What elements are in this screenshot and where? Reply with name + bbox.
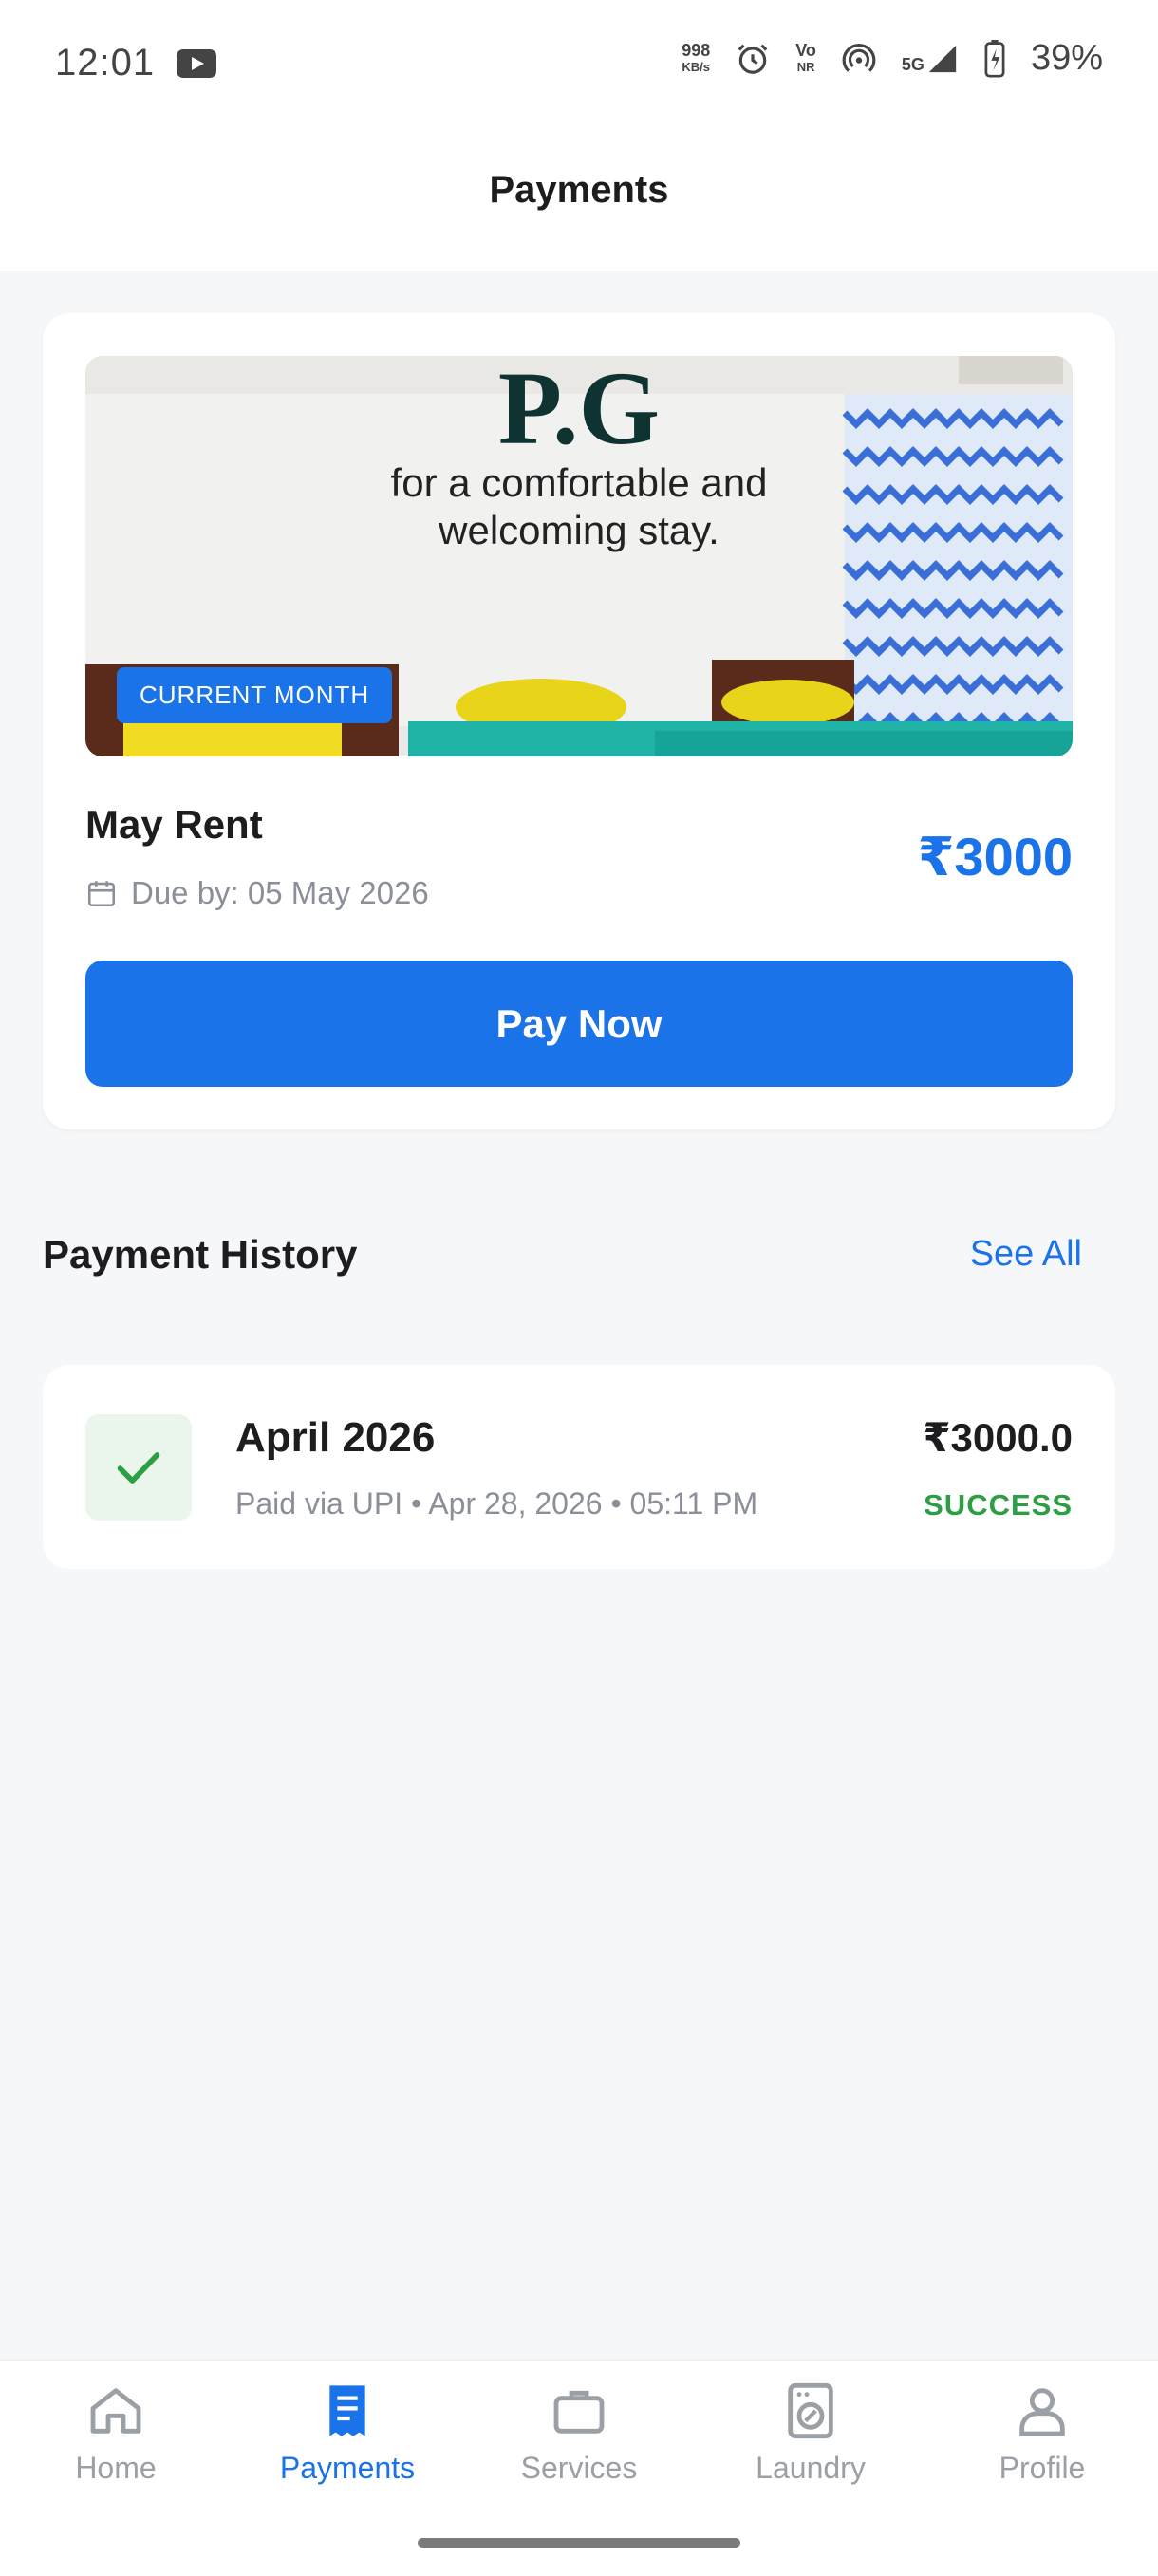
receipt-icon [329, 2385, 365, 2436]
history-list-item[interactable]: April 2026 Paid via UPI • Apr 28, 2026 •… [43, 1365, 1115, 1569]
home-icon [90, 2388, 141, 2434]
history-item-status: SUCCESS [924, 1488, 1073, 1521]
nav-profile-label: Profile [999, 2451, 1086, 2485]
pay-now-button[interactable]: Pay Now [85, 961, 1073, 1087]
briefcase-icon [553, 2390, 605, 2434]
status-time: 12:01 [55, 42, 156, 84]
nav-laundry-label: Laundry [756, 2451, 866, 2485]
pg-banner: P.G for a comfortable and welcoming stay… [85, 356, 1073, 756]
net-speed: 998 KB/s [682, 40, 711, 74]
battery-icon [984, 39, 1005, 78]
signal-icon [928, 45, 957, 72]
payment-history-title: Payment History [43, 1232, 358, 1277]
check-icon [117, 1452, 160, 1484]
nav-services[interactable]: Services [463, 2380, 695, 2532]
nav-services-label: Services [520, 2451, 638, 2485]
nav-profile[interactable]: Profile [926, 2380, 1158, 2532]
nav-laundry[interactable]: Laundry [695, 2380, 926, 2532]
page-title: Payments [489, 169, 669, 211]
status-bar: 12:01 998 KB/s Vo NR 5G 39% [0, 0, 1158, 133]
due-date: Due by: 05 May 2026 [85, 875, 429, 911]
youtube-notification-icon [177, 49, 216, 78]
person-icon [1019, 2388, 1065, 2436]
banner-line-1: for a comfortable and [391, 460, 768, 505]
current-rent-card: P.G for a comfortable and welcoming stay… [43, 313, 1115, 1129]
history-item-subtitle: Paid via UPI • Apr 28, 2026 • 05:11 PM [235, 1486, 758, 1521]
signal-indicator: 5G [902, 43, 959, 75]
nav-payments-label: Payments [279, 2451, 416, 2485]
due-date-text: Due by: 05 May 2026 [131, 875, 429, 910]
calendar-icon [87, 881, 116, 907]
rent-amount: ₹3000 [917, 827, 1073, 887]
history-item-amount: ₹3000.0 [923, 1415, 1073, 1460]
battery-percent: 39% [1030, 38, 1103, 78]
see-all-link[interactable]: See All [970, 1234, 1082, 1275]
volte-indicator: Vo NR [795, 40, 816, 74]
nav-payments[interactable]: Payments [232, 2380, 463, 2532]
status-icons: 998 KB/s Vo NR 5G 39% [682, 38, 1103, 79]
home-indicator[interactable] [418, 2538, 740, 2548]
nav-home-label: Home [75, 2451, 157, 2485]
current-month-badge: CURRENT MONTH [117, 667, 393, 723]
success-indicator [85, 1414, 192, 1521]
hotspot-icon [842, 43, 876, 72]
nav-home[interactable]: Home [0, 2380, 232, 2532]
banner-heading: P.G [498, 356, 660, 466]
history-item-title: April 2026 [235, 1414, 436, 1461]
washing-machine-icon [788, 2382, 833, 2439]
rent-title: May Rent [85, 802, 263, 847]
alarm-icon [738, 44, 768, 74]
banner-line-2: welcoming stay. [438, 508, 719, 552]
